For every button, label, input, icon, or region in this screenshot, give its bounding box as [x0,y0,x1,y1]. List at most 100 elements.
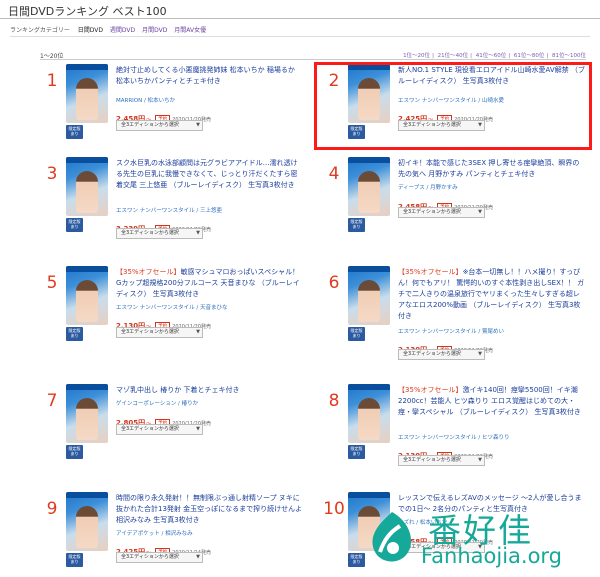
product-title-text: スク水巨乳の水泳部顧問は元グラビアアイドル…濡れ透ける先生の巨乳に我慢できなくて… [116,159,298,189]
badge-line: あり [70,223,79,229]
edition-select[interactable]: 全3エディションから選択 ▼ [398,349,485,360]
limited-edition-badge: 限定版 あり [66,125,83,139]
product-cover-image[interactable] [66,64,108,123]
product-cover-image[interactable] [66,266,108,325]
maker-link[interactable]: ゲインコーポレーション / 椿りか [116,399,198,407]
watermark-logo-icon [372,512,412,562]
category-link-daily-dvd[interactable]: 日間DVD [78,27,103,34]
maker-link[interactable]: エスワン ナンバーワンスタイル / 三上悠亜 [116,206,222,214]
category-label: ランキングカテゴリー [10,27,70,34]
list-divider [40,59,586,60]
badge-line: あり [70,130,79,136]
product-title-text: マゾ乳中出し 椿りか 下着とチェキ付き [116,386,240,394]
maker-link[interactable]: ディープス / 月野かすみ [398,183,458,191]
category-link-weekly-dvd[interactable]: 週間DVD [110,27,135,34]
sale-label: 【35%オフセール】 [116,268,181,276]
rank-number: 6 [328,273,340,293]
cover-figure [358,398,380,440]
product-title-link[interactable]: 【35%オフセール】激イキ140回！痙攣5500回！イキ潮2200cc！芸能人 … [398,385,586,418]
ranking-item: 6 限定版 あり 【35%オフセール】※台本一切無し！！ハメ撮り！すっぴん！何でもアリ… [322,264,592,360]
bluray-band [66,384,108,390]
limited-edition-badge: 限定版 あり [66,218,83,232]
ranking-item: 4 限定版 あり 初イキ！本能で感じた3SEX 押し寄せる痙攣絶頂、瞬界の先の気へ 月… [322,155,592,235]
product-title-link[interactable]: 【35%オフセール】敏感マシュマロおっぱいスペシャル！Gカップ超規格200分フル… [116,267,304,300]
page-title: 日間DVDランキング ベスト100 [8,5,167,18]
category-bar: ランキングカテゴリー 日間DVD 週間DVD 月間DVD 月間AV女優 [10,25,211,34]
badge-line: あり [352,223,361,229]
bluray-band [348,384,390,390]
chevron-down-icon: ▼ [196,426,200,432]
product-title-link[interactable]: スク水巨乳の水泳部顧問は元グラビアアイドル…濡れ透ける先生の巨乳に我慢できなくて… [116,158,304,191]
bluray-band [66,64,108,70]
edition-select[interactable]: 全3エディションから選択 ▼ [116,424,203,435]
edition-select-label: 全3エディションから選択 [121,426,179,432]
product-cover-image[interactable] [348,157,390,216]
limited-edition-badge: 限定版 あり [348,218,365,232]
edition-select[interactable]: 全3エディションから選択 ▼ [398,455,485,466]
rank-number: 1 [46,71,58,91]
edition-select-label: 全3エディションから選択 [403,209,461,215]
rank-number: 5 [46,273,58,293]
product-title-link[interactable]: 時間の限り永久発射！！無制限ぶっ通し射精ソープ ヌキに抜かれた合計13発射 金玉… [116,493,304,526]
product-title-link[interactable]: 【35%オフセール】※台本一切無し！！ハメ撮り！すっぴん！何でもアリ！ 驚愕的い… [398,267,586,322]
limited-edition-badge: 限定版 あり [348,327,365,341]
edition-select[interactable]: 全3エディションから選択 ▼ [116,552,203,563]
highlight-frame [314,62,592,150]
chevron-down-icon: ▼ [196,230,200,236]
product-title-link[interactable]: マゾ乳中出し 椿りか 下着とチェキ付き [116,385,304,396]
chevron-down-icon: ▼ [196,122,200,128]
badge-line: あり [70,450,79,456]
badge-line: あり [352,332,361,338]
limited-edition-badge: 限定版 あり [66,445,83,459]
sale-label: 【35%オフセール】 [398,386,463,394]
product-title-text: 初イキ！本能で感じた3SEX 押し寄せる痙攣絶頂、瞬界の先の気へ 月野かすみ パ… [398,159,580,178]
category-link-monthly-dvd[interactable]: 月間DVD [142,27,167,34]
edition-select[interactable]: 全3エディションから選択 ▼ [116,120,203,131]
product-cover-image[interactable] [348,384,390,443]
rank-number: 9 [46,499,58,519]
category-divider [10,36,590,37]
bluray-band [348,157,390,163]
edition-select-label: 全3エディションから選択 [121,329,179,335]
bluray-band [348,492,390,498]
maker-link[interactable]: エスワン ナンバーワンスタイル / ヒツ森りり [398,433,510,441]
bluray-band [66,157,108,163]
edition-select[interactable]: 全3エディションから選択 ▼ [116,327,203,338]
cover-figure [358,280,380,322]
header-divider [0,18,600,19]
maker-link[interactable]: アイデアポケット / 相沢みなみ [116,529,193,537]
limited-edition-badge: 限定版 あり [348,445,365,459]
product-title-text: 絶対寸止めしてくる小悪魔挑発姉妹 松本いちか 稲場るか 松本いちかパンティとチェ… [116,66,295,85]
ranking-item: 3 限定版 あり スク水巨乳の水泳部顧問は元グラビアアイドル…濡れ透ける先生の巨乳に我… [40,155,310,239]
bluray-band [66,492,108,498]
chevron-down-icon: ▼ [196,329,200,335]
chevron-down-icon: ▼ [196,554,200,560]
edition-select[interactable]: 全3エディションから選択 ▼ [398,207,485,218]
product-cover-image[interactable] [66,157,108,216]
edition-select-label: 全3エディションから選択 [403,351,461,357]
product-cover-image[interactable] [66,384,108,443]
limited-edition-badge: 限定版 あり [66,553,83,567]
cover-figure [76,78,98,120]
edition-select-label: 全3エディションから選択 [403,457,461,463]
chevron-down-icon: ▼ [478,351,482,357]
badge-line: あり [352,558,361,564]
product-title-link[interactable]: 絶対寸止めしてくる小悪魔挑発姉妹 松本いちか 稲場るか 松本いちかパンティとチェ… [116,65,304,87]
product-cover-image[interactable] [66,492,108,551]
ranking-item: 9 限定版 あり 時間の限り永久発射！！無制限ぶっ通し射精ソープ ヌキに抜かれた合計1… [40,490,310,570]
edition-select[interactable]: 全3エディションから選択 ▼ [116,228,203,239]
cover-figure [76,171,98,213]
watermark-site-text: Fanhaojia.org [421,544,563,568]
product-cover-image[interactable] [348,266,390,325]
maker-link[interactable]: エスワン ナンバーワンスタイル / 天音まひな [116,303,228,311]
rank-number: 3 [46,164,58,184]
category-link-monthly-actress[interactable]: 月間AV女優 [174,27,206,34]
maker-link[interactable]: MARRION / 松本いちか [116,96,175,104]
product-title-text: 時間の限り永久発射！！無制限ぶっ通し射精ソープ ヌキに抜かれた合計13発射 金玉… [116,494,303,524]
product-title-link[interactable]: 初イキ！本能で感じた3SEX 押し寄せる痙攣絶頂、瞬界の先の気へ 月野かすみ パ… [398,158,586,180]
bluray-band [348,266,390,272]
rank-number: 4 [328,164,340,184]
chevron-down-icon: ▼ [478,457,482,463]
maker-link[interactable]: エスワン ナンバーワンスタイル / 鷲尾めい [398,327,504,335]
badge-line: あり [352,450,361,456]
